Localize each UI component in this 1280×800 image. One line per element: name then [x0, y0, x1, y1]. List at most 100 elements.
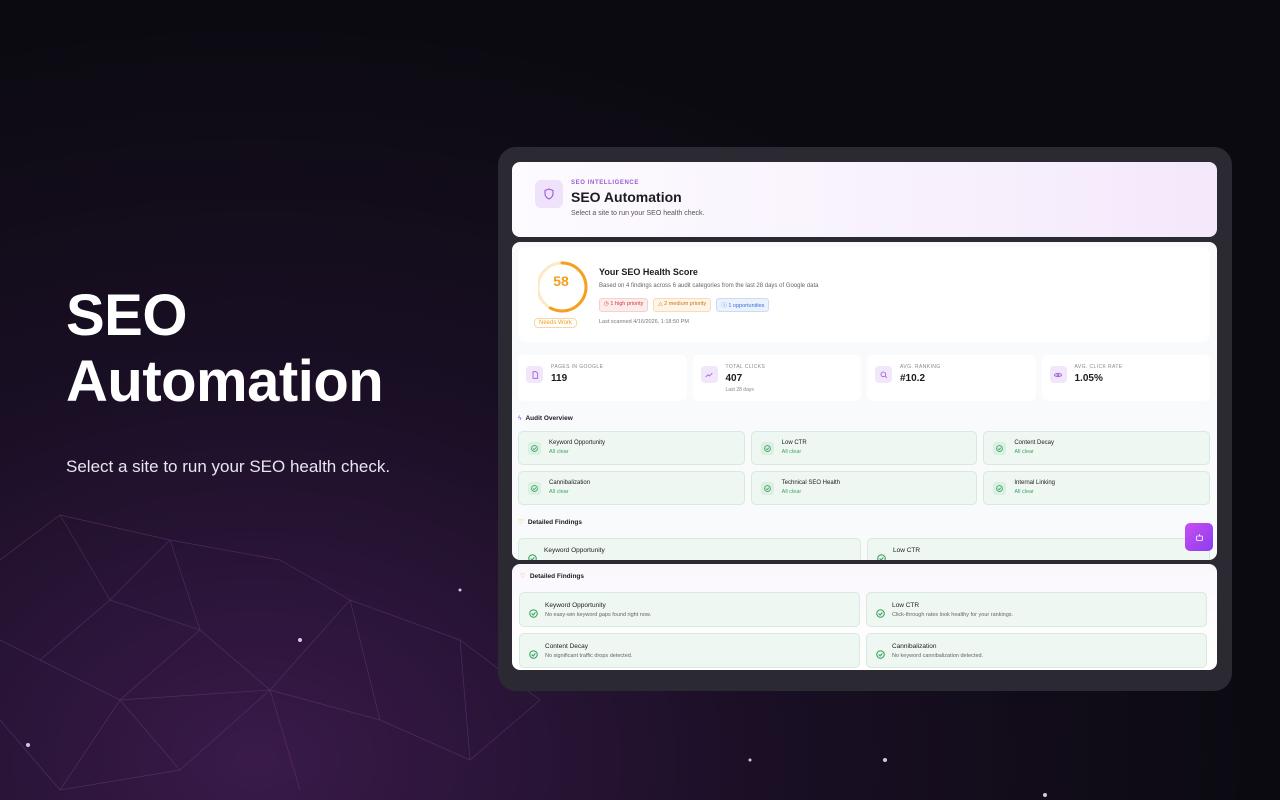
stat-value: 119 — [551, 373, 568, 384]
chip-high-label: 1 high priority — [610, 301, 644, 307]
search-icon — [875, 366, 892, 383]
finding-desc: No easy-win keyword gaps found right now… — [545, 612, 652, 618]
dashboard-card: 58 Needs Work Your SEO Health Score Base… — [512, 242, 1217, 560]
check-circle-icon — [528, 550, 537, 560]
finding-item[interactable]: Content Decay No significant traffic drop… — [519, 633, 860, 668]
finding-item[interactable]: Low CTR Click-through rates look healthy … — [866, 592, 1207, 627]
findings-preview-row: Keyword Opportunity Low CTR — [518, 538, 1210, 560]
hero-title-line1: SEO — [66, 283, 188, 348]
audit-item[interactable]: Cannibalization All clear — [518, 471, 745, 505]
audit-item[interactable]: Internal Linking All clear — [983, 471, 1210, 505]
app-frame: SEO INTELLIGENCE SEO Automation Select a… — [498, 147, 1232, 691]
stat-clicks: TOTAL CLICKS 407 Last 28 days — [692, 355, 861, 401]
audit-item-name: Keyword Opportunity — [549, 440, 606, 446]
audit-item-name: Low CTR — [781, 440, 807, 446]
hero-title-line2: Automation — [66, 349, 384, 414]
audit-grid: Keyword Opportunity All clear Low CTR All … — [518, 431, 1210, 505]
lightbulb-icon: ♡ — [518, 519, 524, 526]
finding-desc: No significant traffic drops detected. — [545, 653, 633, 659]
audit-heading-label: Audit Overview — [525, 415, 573, 422]
findings-heading: ♡ Detailed Findings — [520, 572, 584, 581]
audit-overview-heading: ϟ Audit Overview — [518, 415, 573, 422]
lightbulb-icon: ♡ — [520, 573, 526, 580]
findings-preview-heading-label: Detailed Findings — [527, 518, 582, 526]
last-scanned: Last scanned 4/16/2026, 1:18:50 PM — [599, 319, 689, 325]
stats-row: PAGES IN GOOGLE 119 TOTAL CLICKS 407 Las… — [518, 355, 1210, 401]
document-icon — [526, 366, 543, 383]
audit-item-status: All clear — [781, 449, 802, 455]
stat-value: #10.2 — [900, 373, 926, 384]
health-score-panel: 58 Needs Work Your SEO Health Score Base… — [518, 247, 1210, 342]
check-circle-icon — [877, 550, 886, 560]
stat-value: 407 — [725, 373, 743, 384]
audit-item-name: Content Decay — [1014, 440, 1055, 446]
finding-name: Cannibalization — [892, 643, 937, 650]
audit-item-status: All clear — [781, 489, 802, 495]
stat-hint: Last 28 days — [725, 387, 754, 393]
trend-up-icon — [700, 366, 718, 383]
audit-item-status: All clear — [549, 449, 569, 455]
stat-label: AVG. RANKING — [900, 364, 941, 370]
finding-name: Content Decay — [545, 643, 588, 650]
audit-item[interactable]: Technical SEO Health All clear — [750, 471, 978, 505]
hero: SEO Automation Select a site to run your… — [66, 283, 466, 477]
check-circle-icon — [529, 605, 538, 623]
finding-item[interactable]: Cannibalization No keyword cannibalizatio… — [866, 633, 1207, 668]
chip-opportunities-label: 1 opportunities — [728, 303, 765, 309]
hero-title: SEO Automation — [66, 283, 466, 415]
eye-icon — [1049, 366, 1067, 383]
check-circle-icon — [993, 482, 1007, 495]
score-status-badge: Needs Work — [534, 318, 577, 328]
audit-item-status: All clear — [1014, 449, 1034, 455]
stat-label: PAGES IN GOOGLE — [551, 364, 604, 370]
header-subtitle: Select a site to run your SEO health che… — [571, 210, 705, 217]
chip-opportunities[interactable]: ⓘ 1 opportunities — [716, 298, 770, 312]
check-circle-icon — [760, 482, 774, 495]
stat-label: TOTAL CLICKS — [725, 364, 766, 370]
finding-name: Low CTR — [892, 602, 920, 609]
finding-desc: Click-through rates look healthy for you… — [892, 612, 1014, 618]
audit-item[interactable]: Content Decay All clear — [983, 431, 1210, 465]
score-description: Based on 4 findings across 6 audit categ… — [599, 283, 819, 289]
finding-name: Keyword Opportunity — [545, 602, 606, 609]
assistant-button[interactable] — [1185, 523, 1213, 551]
audit-item-status: All clear — [1014, 489, 1034, 495]
check-circle-icon — [528, 482, 541, 495]
check-circle-icon — [876, 605, 885, 623]
score-value: 58 — [553, 273, 569, 289]
audit-item-name: Cannibalization — [549, 480, 591, 486]
check-circle-icon — [529, 646, 538, 664]
chip-medium-priority[interactable]: △ 2 medium priority — [653, 298, 712, 312]
hero-subtitle: Select a site to run your SEO health che… — [66, 457, 391, 476]
chip-high-priority[interactable]: ◷ 1 high priority — [599, 298, 649, 312]
score-title: Your SEO Health Score — [599, 267, 698, 277]
check-circle-icon — [876, 646, 885, 664]
findings-grid: Keyword Opportunity No easy-win keyword g… — [519, 592, 1207, 668]
stat-value: 1.05% — [1074, 373, 1103, 384]
header-kicker: SEO INTELLIGENCE — [571, 180, 639, 186]
audit-item[interactable]: Low CTR All clear — [750, 431, 978, 465]
page-title: SEO Automation — [571, 189, 682, 205]
check-circle-icon — [993, 442, 1007, 455]
check-circle-icon — [760, 442, 774, 455]
findings-heading-label: Detailed Findings — [529, 572, 584, 580]
stat-click-rate: AVG. CLICK RATE 1.05% — [1041, 355, 1210, 401]
finding-item[interactable]: Low CTR — [867, 538, 1210, 560]
finding-item[interactable]: Keyword Opportunity — [518, 538, 861, 560]
stat-pages: PAGES IN GOOGLE 119 — [518, 355, 687, 401]
bot-icon — [1195, 533, 1203, 541]
finding-desc: No keyword cannibalization detected. — [892, 653, 984, 659]
finding-item[interactable]: Keyword Opportunity No easy-win keyword g… — [519, 592, 860, 627]
audit-item[interactable]: Keyword Opportunity All clear — [518, 431, 745, 465]
finding-name: Low CTR — [893, 547, 921, 554]
findings-card: ♡ Detailed Findings Keyword Opportunity N… — [512, 564, 1217, 670]
detailed-findings-heading: ♡ Detailed Findings — [518, 518, 582, 527]
lightning-icon: ϟ — [518, 415, 522, 422]
header-card: SEO INTELLIGENCE SEO Automation Select a… — [512, 162, 1217, 237]
score-gauge: 58 — [536, 259, 588, 315]
stat-label: AVG. CLICK RATE — [1074, 364, 1123, 370]
audit-item-name: Technical SEO Health — [781, 480, 841, 486]
audit-item-status: All clear — [549, 489, 569, 495]
chip-medium-label: 2 medium priority — [664, 301, 707, 307]
shield-icon — [535, 180, 563, 208]
